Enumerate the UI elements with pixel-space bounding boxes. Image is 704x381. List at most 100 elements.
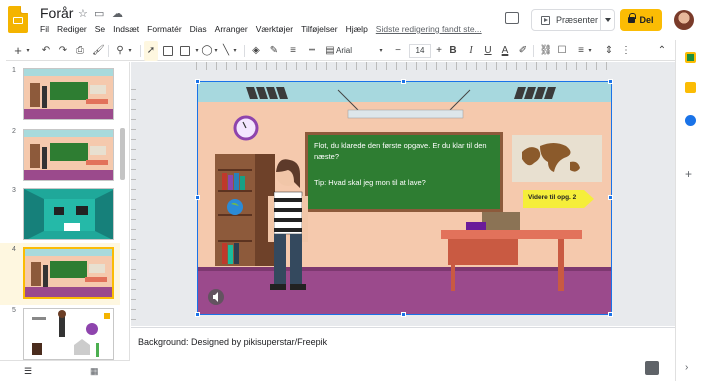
font-dropdown-icon[interactable]: ▾ — [378, 41, 384, 61]
border-color-icon[interactable]: ✎ — [268, 41, 280, 61]
document-title[interactable]: Forår — [40, 5, 73, 21]
resize-handle[interactable] — [195, 79, 200, 84]
comment-history-icon[interactable] — [505, 12, 519, 24]
resize-handle[interactable] — [195, 312, 200, 317]
menu-se[interactable]: Se — [95, 24, 105, 34]
avatar[interactable] — [674, 10, 694, 30]
line-icon[interactable]: ╲ — [220, 41, 232, 61]
menu-indsaet[interactable]: Indsæt — [113, 24, 139, 34]
increase-font-icon[interactable]: + — [433, 41, 445, 61]
collapse-toolbar-icon[interactable]: ⌃ — [656, 41, 668, 61]
menu-dias[interactable]: Dias — [190, 24, 207, 34]
menu-rediger[interactable]: Rediger — [57, 24, 87, 34]
slide-thumbnail-image — [24, 189, 113, 239]
vertical-ruler — [131, 80, 136, 320]
bold-icon[interactable]: B — [447, 41, 459, 61]
line-spacing-icon[interactable]: ⇕ — [603, 41, 615, 61]
slide-thumbnail-5[interactable] — [23, 308, 114, 360]
slide-thumbnail-image — [25, 249, 112, 297]
speaker-notes[interactable]: Background: Designed by pikisuperstar/Fr… — [131, 327, 675, 381]
keep-icon[interactable] — [685, 82, 696, 93]
undo-icon[interactable]: ↶ — [40, 41, 52, 61]
menu-fil[interactable]: Fil — [40, 24, 49, 34]
select-cursor-icon[interactable]: ➚ — [144, 41, 158, 61]
image-dropdown-icon[interactable]: ▾ — [194, 41, 200, 61]
format-options-icon[interactable]: ▤ — [324, 41, 336, 61]
more-options-icon[interactable]: ⋮ — [620, 41, 632, 61]
slide-thumbnail-1[interactable] — [23, 68, 114, 120]
font-size-input[interactable]: 14 — [409, 44, 431, 58]
filmstrip-view-icon[interactable]: ☰ — [24, 366, 32, 377]
align-icon[interactable]: ≡ — [575, 41, 587, 61]
highlight-color-icon[interactable]: ✐ — [517, 41, 529, 61]
view-toggle-bar: ☰ ▦ — [0, 360, 130, 381]
selection-frame — [197, 81, 612, 315]
text-box-icon[interactable] — [163, 46, 173, 56]
redo-icon[interactable]: ↷ — [57, 41, 69, 61]
share-label: Del — [639, 15, 654, 25]
zoom-icon[interactable]: ⚲ — [114, 41, 126, 61]
slide-thumbnail-2[interactable] — [23, 129, 114, 181]
add-addon-icon[interactable]: + — [685, 167, 692, 181]
link-icon[interactable]: ⛓ — [539, 41, 553, 61]
decrease-font-icon[interactable]: − — [392, 41, 404, 61]
last-edit-link[interactable]: Sidste redigering fandt ste... — [376, 24, 482, 34]
resize-handle[interactable] — [608, 79, 613, 84]
new-slide-plus-icon[interactable]: + — [12, 41, 24, 61]
print-icon[interactable]: ⎙ — [74, 41, 86, 61]
menu-vaerktojer[interactable]: Værktøjer — [256, 24, 293, 34]
underline-icon[interactable]: U — [482, 41, 494, 61]
shape-dropdown-icon[interactable]: ▾ — [213, 41, 219, 61]
menu-formater[interactable]: Formatér — [147, 24, 181, 34]
text-color-icon[interactable]: A — [499, 41, 511, 61]
slide-thumbnail-image — [24, 130, 113, 180]
explore-icon[interactable] — [645, 361, 659, 375]
paint-format-icon[interactable]: 🖌 — [92, 41, 105, 61]
slide-thumbnail-4[interactable] — [23, 247, 114, 299]
app-header: Forår ☆ ▭ ☁ Fil Rediger Se Indsæt Format… — [0, 0, 704, 40]
toolbar: + ▾ ↶ ↷ ⎙ 🖌 ⚲ ▾ ➚ ▾ ◯ ▾ ╲ ▾ ◈ ✎ ≡ ┅ ▤ Ar… — [6, 41, 676, 61]
chevron-right-icon[interactable]: › — [685, 362, 688, 373]
zoom-dropdown-icon[interactable]: ▾ — [126, 41, 134, 61]
share-button[interactable]: Del — [620, 9, 662, 31]
border-weight-icon[interactable]: ≡ — [287, 41, 299, 61]
side-panel: + — [675, 40, 704, 381]
resize-handle[interactable] — [401, 312, 406, 317]
fill-color-icon[interactable]: ◈ — [250, 41, 262, 61]
border-dash-icon[interactable]: ┅ — [306, 41, 318, 61]
grid-view-icon[interactable]: ▦ — [90, 366, 99, 377]
slide-thumbnail-image — [24, 309, 113, 359]
star-icon[interactable]: ☆ — [78, 7, 88, 21]
calendar-icon[interactable] — [685, 52, 696, 63]
chevron-down-icon[interactable] — [605, 18, 611, 22]
resize-handle[interactable] — [608, 195, 613, 200]
shape-icon[interactable]: ◯ — [201, 41, 213, 61]
image-icon[interactable] — [180, 46, 190, 56]
filmstrip: 1 2 3 4 5 — [0, 62, 130, 362]
present-button[interactable]: Præsenter — [531, 9, 615, 31]
resize-handle[interactable] — [608, 312, 613, 317]
cloud-icon[interactable]: ☁ — [112, 7, 123, 21]
line-dropdown-icon[interactable]: ▾ — [232, 41, 238, 61]
slide-thumbnail-3[interactable] — [23, 188, 114, 240]
folder-icon[interactable]: ▭ — [94, 7, 104, 21]
menu-tilfojelser[interactable]: Tilføjelser — [301, 24, 338, 34]
align-dropdown-icon[interactable]: ▾ — [587, 41, 593, 61]
resize-handle[interactable] — [401, 79, 406, 84]
slide-number: 1 — [12, 67, 16, 74]
menu-hjaelp[interactable]: Hjælp — [346, 24, 368, 34]
notes-text[interactable]: Background: Designed by pikisuperstar/Fr… — [138, 337, 327, 347]
menu-arranger[interactable]: Arranger — [215, 24, 248, 34]
menu-bar: Fil Rediger Se Indsæt Formatér Dias Arra… — [40, 24, 482, 34]
slide-thumbnail-image — [24, 69, 113, 119]
slide-number: 2 — [12, 128, 16, 135]
slides-logo-icon[interactable] — [8, 6, 28, 33]
tasks-icon[interactable] — [685, 115, 696, 126]
slide-number: 4 — [12, 246, 16, 253]
filmstrip-scrollbar[interactable] — [120, 128, 125, 180]
new-slide-dropdown-icon[interactable]: ▾ — [24, 41, 32, 61]
resize-handle[interactable] — [195, 195, 200, 200]
add-comment-icon[interactable]: ☐ — [556, 41, 568, 61]
present-label: Præsenter — [556, 15, 599, 25]
italic-icon[interactable]: I — [465, 41, 477, 61]
